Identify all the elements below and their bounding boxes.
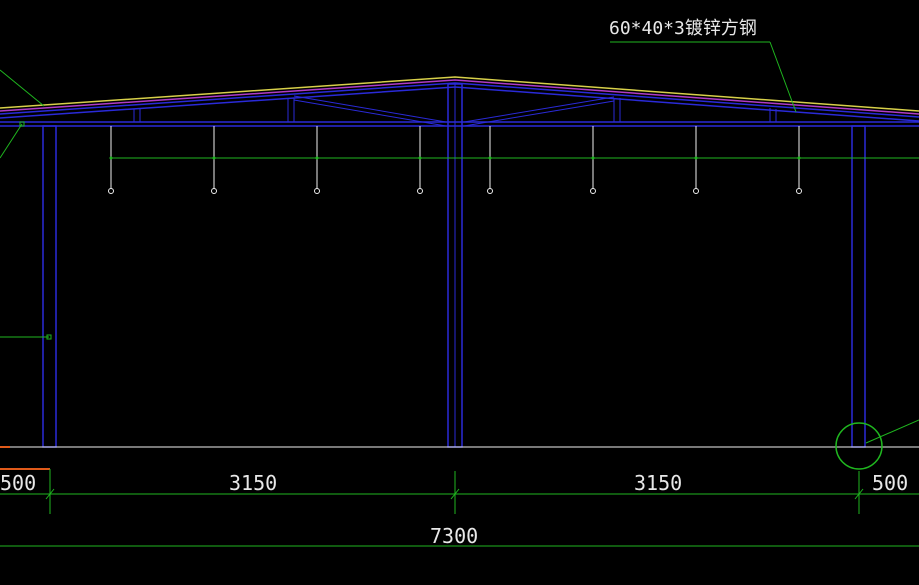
dim-total: 7300 (430, 524, 478, 548)
callout-label: 60*40*3镀锌方钢 (609, 18, 757, 39)
dim-span-left: 3150 (229, 471, 277, 495)
dim-right-partial: 500 (872, 471, 908, 495)
dim-left-partial: 500 (0, 471, 36, 495)
cad-drawing: 60*40*3镀锌方钢 500 3150 3150 500 7300 (0, 0, 919, 585)
dim-span-right: 3150 (634, 471, 682, 495)
